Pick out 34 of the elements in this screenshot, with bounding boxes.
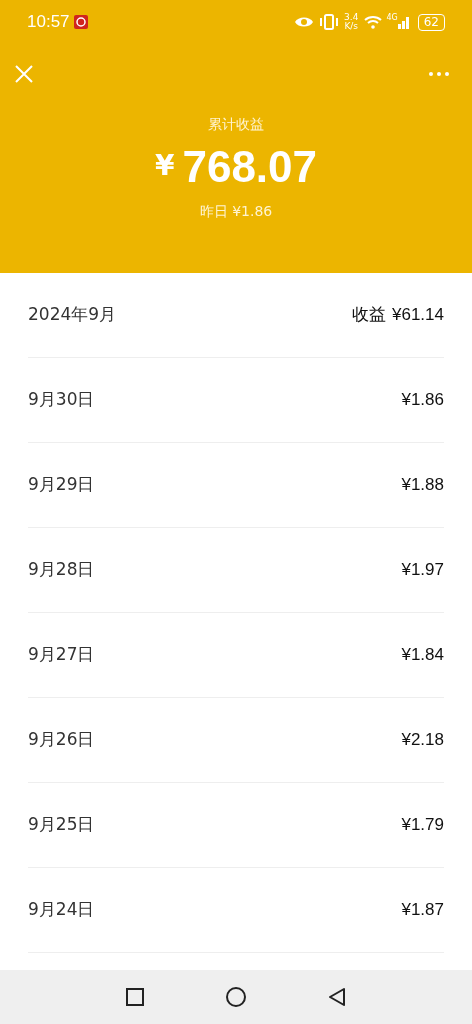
network-type: 4G xyxy=(386,12,398,24)
wifi-icon xyxy=(364,15,383,29)
date-label: 9月27日 xyxy=(28,643,95,667)
date-label: 9月30日 xyxy=(28,388,95,412)
speed-unit: K/s xyxy=(344,22,359,31)
month-label: 2024年9月 xyxy=(28,303,117,327)
yesterday-earnings: 昨日 ¥1.86 xyxy=(199,202,273,221)
day-earnings: ¥1.84 xyxy=(401,644,444,667)
back-button[interactable] xyxy=(327,987,347,1007)
date-label: 9月24日 xyxy=(28,898,95,922)
day-earnings: ¥1.87 xyxy=(401,899,444,922)
month-earnings: ¥61.14 xyxy=(392,304,444,327)
home-button[interactable] xyxy=(225,986,247,1008)
earnings-label: 收益 xyxy=(352,303,386,327)
total-earnings-label: 累计收益 xyxy=(208,115,264,134)
day-earnings: ¥1.79 xyxy=(401,814,444,837)
currency-symbol: ¥ xyxy=(154,148,175,184)
speed-value: 3.4 xyxy=(344,13,359,22)
total-earnings-amount: 768.07 xyxy=(182,141,318,193)
day-earnings: ¥2.18 xyxy=(401,729,444,752)
date-label: 9月29日 xyxy=(28,473,95,497)
day-earnings: ¥1.88 xyxy=(401,474,444,497)
vibrate-icon xyxy=(320,14,339,30)
clock: 10:57 xyxy=(27,11,70,34)
eye-icon xyxy=(294,15,315,29)
day-earnings: ¥1.97 xyxy=(401,559,444,582)
app-notification-icon xyxy=(73,15,88,29)
battery-indicator: 62 xyxy=(417,13,445,31)
date-label: 9月26日 xyxy=(28,728,95,752)
day-earnings: ¥1.86 xyxy=(401,389,444,412)
date-label: 9月28日 xyxy=(28,558,95,582)
signal-icon xyxy=(397,15,410,29)
date-label: 9月25日 xyxy=(28,813,95,837)
recent-apps-button[interactable] xyxy=(125,987,145,1007)
